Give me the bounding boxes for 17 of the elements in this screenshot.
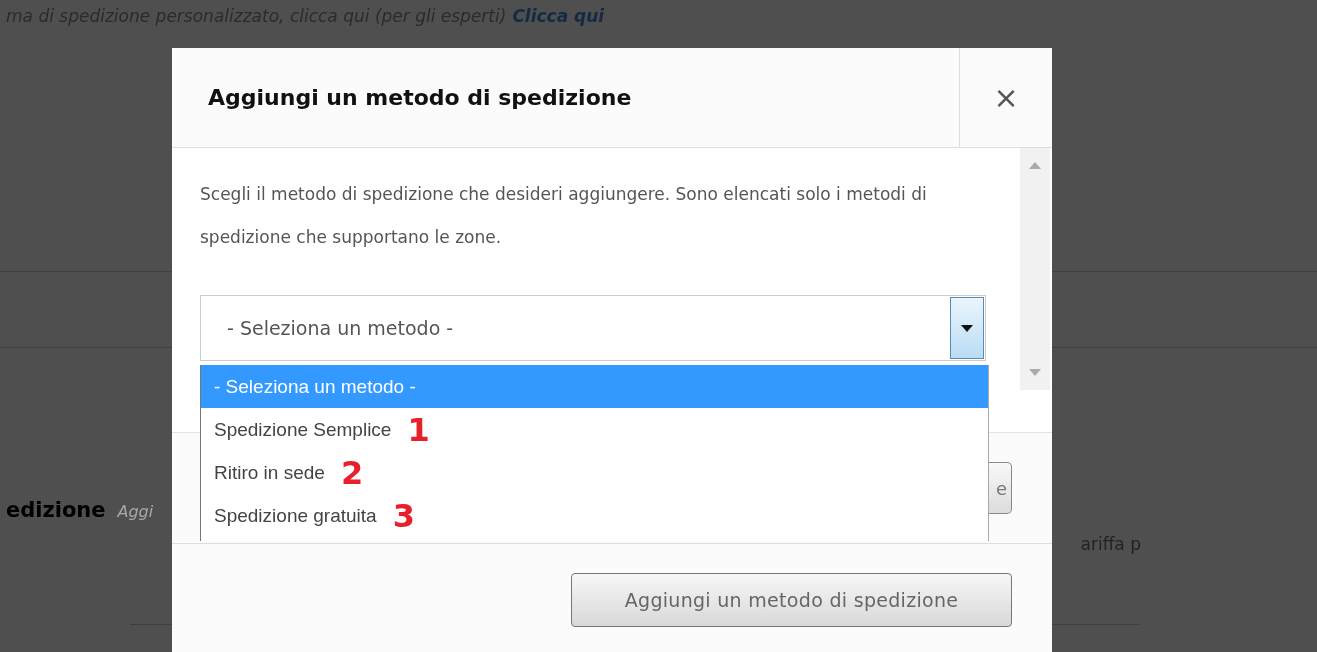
dialog-description: Scegli il metodo di spedizione che desideri aggiungere. Sono elencati solo i metodi di spedizione che supportano le zone. [200, 183, 928, 249]
number-annotation: 2 [340, 456, 364, 489]
option-label: Spedizione gratuita [214, 504, 377, 527]
dialog-title: Aggiungi un metodo di spedizione [207, 84, 633, 112]
option-label: Ritiro in sede [214, 461, 325, 484]
option-label: - Seleziona un metodo - [214, 375, 416, 398]
scrollbar[interactable] [1020, 148, 1050, 390]
scroll-up-icon[interactable] [1029, 162, 1041, 169]
method-select[interactable]: - Seleziona un metodo - [200, 295, 986, 361]
number-annotation: 3 [392, 499, 415, 532]
section-title: edizione [6, 498, 106, 522]
scroll-down-icon[interactable] [1029, 369, 1041, 376]
number-annotation: 1 [407, 413, 430, 446]
close-button[interactable]: × [959, 48, 1052, 147]
option-label: Spedizione Semplice [214, 418, 392, 441]
add-method-button[interactable]: Aggiungi un metodo di spedizione [571, 573, 1012, 627]
section-hint: Aggi [117, 502, 154, 521]
